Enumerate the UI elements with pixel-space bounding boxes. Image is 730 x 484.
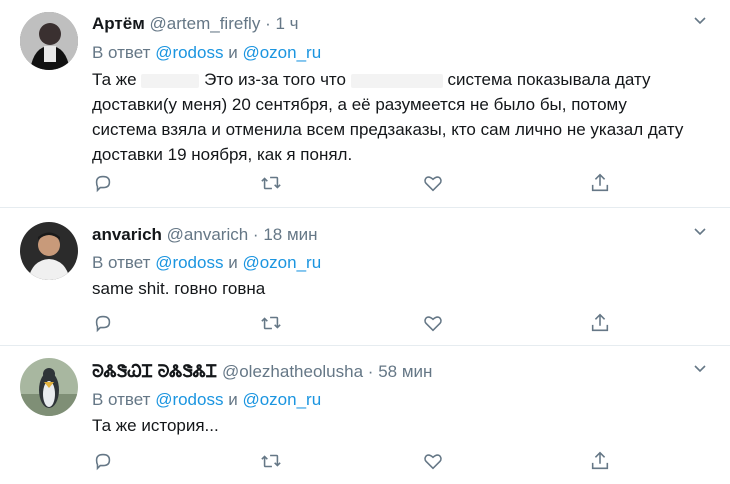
avatar[interactable] bbox=[20, 358, 78, 416]
mention-link[interactable]: @rodoss bbox=[155, 253, 223, 272]
redacted-block bbox=[141, 73, 200, 88]
tweet-header: anvarich @anvarich · 18 мин bbox=[92, 225, 318, 245]
reply-prefix: В ответ bbox=[92, 390, 151, 409]
reply-context: В ответ @rodoss и @ozon_ru bbox=[92, 43, 321, 63]
separator-dot: · bbox=[367, 362, 374, 381]
share-button[interactable] bbox=[589, 172, 611, 194]
share-button[interactable] bbox=[589, 312, 611, 334]
avatar[interactable] bbox=[20, 222, 78, 280]
mention-link[interactable]: @ozon_ru bbox=[242, 43, 321, 62]
share-button[interactable] bbox=[589, 450, 611, 472]
reply-conjunction: и bbox=[228, 253, 238, 272]
share-icon bbox=[591, 173, 609, 192]
tweet-text: Та же Это из-за того что система показыв… bbox=[92, 67, 692, 167]
timestamp[interactable]: 58 мин bbox=[378, 362, 432, 381]
display-name[interactable]: ᘐᏜᏕᏇᏆ ᘐᏜᏕᏜᏆ bbox=[92, 362, 217, 381]
timestamp[interactable]: 1 ч bbox=[275, 14, 298, 33]
timestamp[interactable]: 18 мин bbox=[263, 225, 317, 244]
tweet-actions bbox=[92, 312, 612, 334]
separator-dot: · bbox=[265, 14, 271, 33]
reply-icon bbox=[95, 453, 111, 471]
tweet-actions bbox=[92, 450, 612, 472]
reply-button[interactable] bbox=[92, 312, 114, 334]
tweet[interactable]: anvarich @anvarich · 18 мин В ответ @rod… bbox=[0, 208, 730, 346]
chevron-down-icon[interactable] bbox=[692, 361, 708, 377]
display-name[interactable]: Артём bbox=[92, 14, 145, 33]
mention-link[interactable]: @ozon_ru bbox=[242, 253, 321, 272]
reply-button[interactable] bbox=[92, 450, 114, 472]
separator-dot: · bbox=[252, 225, 259, 244]
user-handle[interactable]: @artem_firefly bbox=[150, 14, 261, 33]
tweet-text: same shit. говно говна bbox=[92, 279, 266, 298]
share-icon bbox=[591, 451, 609, 470]
retweet-icon bbox=[261, 176, 281, 190]
like-icon bbox=[424, 454, 442, 470]
like-icon bbox=[424, 316, 442, 332]
share-icon bbox=[591, 313, 609, 332]
reply-icon bbox=[95, 315, 111, 333]
tweet-header: Артём @artem_firefly · 1 ч bbox=[92, 14, 299, 34]
retweet-button[interactable] bbox=[260, 450, 282, 472]
display-name[interactable]: anvarich bbox=[92, 225, 162, 244]
mention-link[interactable]: @rodoss bbox=[155, 390, 223, 409]
mention-link[interactable]: @rodoss bbox=[155, 43, 223, 62]
tweet-actions bbox=[92, 172, 612, 194]
avatar[interactable] bbox=[20, 12, 78, 70]
reply-context: В ответ @rodoss и @ozon_ru bbox=[92, 390, 321, 410]
tweet-text: Та же история... bbox=[92, 416, 219, 435]
retweet-icon bbox=[261, 316, 281, 330]
user-handle[interactable]: @olezhatheolusha bbox=[222, 362, 363, 381]
like-button[interactable] bbox=[422, 172, 444, 194]
reply-button[interactable] bbox=[92, 172, 114, 194]
reply-conjunction: и bbox=[228, 43, 238, 62]
tweet[interactable]: Артём @artem_firefly · 1 ч В ответ @rodo… bbox=[0, 0, 730, 208]
like-icon bbox=[424, 176, 442, 192]
tweet-text-part: Это из-за того что bbox=[204, 70, 346, 89]
chevron-down-icon[interactable] bbox=[692, 224, 708, 240]
tweet-text-part: Та же bbox=[92, 70, 142, 89]
retweet-button[interactable] bbox=[260, 312, 282, 334]
reply-context: В ответ @rodoss и @ozon_ru bbox=[92, 253, 321, 273]
like-button[interactable] bbox=[422, 450, 444, 472]
retweet-button[interactable] bbox=[260, 172, 282, 194]
chevron-down-icon[interactable] bbox=[692, 13, 708, 29]
reply-prefix: В ответ bbox=[92, 43, 151, 62]
reply-icon bbox=[95, 175, 111, 193]
tweet-header: ᘐᏜᏕᏇᏆ ᘐᏜᏕᏜᏆ @olezhatheolusha · 58 мин bbox=[92, 362, 432, 382]
mention-link[interactable]: @ozon_ru bbox=[242, 390, 321, 409]
reply-conjunction: и bbox=[228, 390, 238, 409]
retweet-icon bbox=[261, 454, 281, 468]
reply-prefix: В ответ bbox=[92, 253, 151, 272]
like-button[interactable] bbox=[422, 312, 444, 334]
user-handle[interactable]: @anvarich bbox=[167, 225, 249, 244]
tweet[interactable]: ᘐᏜᏕᏇᏆ ᘐᏜᏕᏜᏆ @olezhatheolusha · 58 мин В … bbox=[0, 346, 730, 484]
redacted-block bbox=[350, 73, 443, 88]
